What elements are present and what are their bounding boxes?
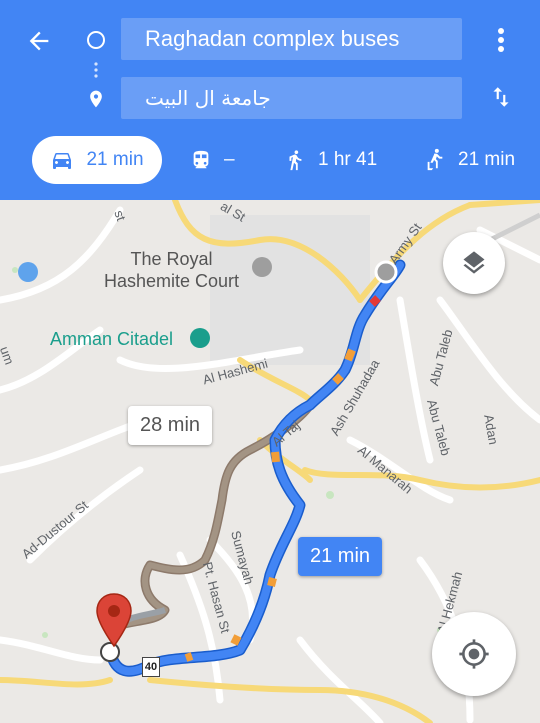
mode-transit-label: – [224,149,235,170]
car-icon [53,153,72,169]
my-location-icon [459,639,489,669]
route-dots-icon [94,62,98,78]
mode-ride-label: 21 min [458,149,516,170]
poi-citadel-icon [190,328,210,348]
mode-walking-tab[interactable]: 1 hr 41 [284,136,377,184]
mode-walking-label: 1 hr 41 [318,149,378,170]
alternate-route-label[interactable]: 28 min [128,406,213,445]
directions-header: Raghadan complex buses جامعة ال البيت 21… [0,0,540,200]
ride-hail-icon [427,148,443,171]
destination-pin-icon [84,86,108,112]
train-icon [193,150,209,169]
mode-driving-label: 21 min [86,149,144,170]
origin-circle-icon [84,28,108,52]
walking-icon [289,150,302,171]
destination-marker-icon[interactable] [94,592,134,648]
origin-input[interactable]: Raghadan complex buses [121,18,462,60]
destination-input[interactable]: جامعة ال البيت [121,77,462,119]
my-location-button[interactable] [432,612,516,696]
back-button[interactable] [20,22,58,60]
road-shield-40: 40 [142,657,160,677]
poi-citadel-label[interactable]: Amman Citadel [50,328,173,350]
swap-vert-icon [493,87,509,107]
mode-driving-tab[interactable]: 21 min [32,136,162,184]
mode-ride-tab[interactable]: 21 min [424,136,515,184]
poi-royal-court-icon [252,257,272,277]
layers-icon [463,251,485,274]
more-vert-icon [498,28,504,52]
swap-button[interactable] [484,80,518,114]
more-options-button[interactable] [486,22,516,58]
map-view[interactable]: The Royal Hashemite Court Amman Citadel … [0,200,540,723]
arrow-back-icon [29,31,49,51]
mosque-icon [18,262,38,282]
layers-button[interactable] [443,232,505,294]
poi-royal-court-label[interactable]: The Royal Hashemite Court [104,248,239,292]
mode-transit-tab[interactable]: – [190,136,235,184]
main-route-label[interactable]: 21 min [298,537,383,576]
